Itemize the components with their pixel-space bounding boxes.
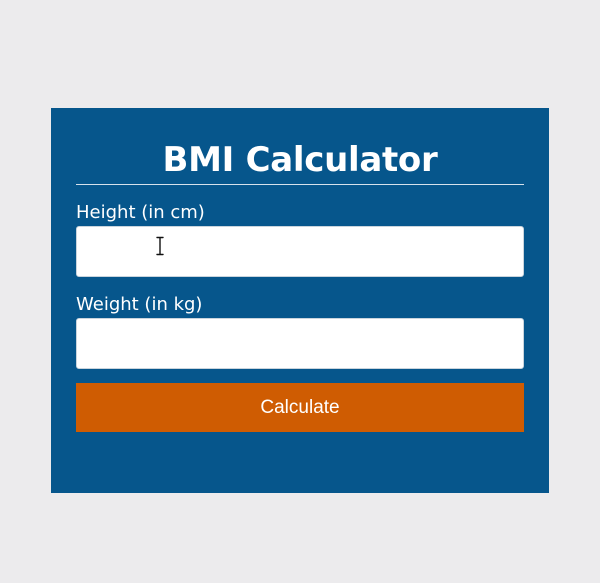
weight-input[interactable] (76, 318, 524, 369)
calculate-button[interactable]: Calculate (76, 383, 524, 432)
weight-label: Weight (in kg) (76, 294, 203, 315)
height-input[interactable] (76, 226, 524, 277)
page-title: BMI Calculator (162, 140, 438, 180)
height-label: Height (in cm) (76, 202, 205, 223)
title-divider (76, 184, 524, 185)
